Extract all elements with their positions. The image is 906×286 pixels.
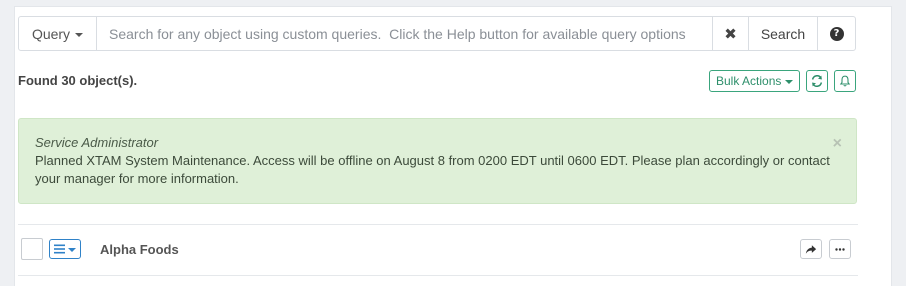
search-button-label: Search <box>760 25 806 42</box>
bulk-actions-label: Bulk Actions <box>716 74 782 88</box>
bars-icon <box>54 244 65 254</box>
ellipsis-icon <box>835 247 845 251</box>
divider <box>18 275 858 276</box>
search-bar: Query ✖ Search ? <box>18 16 856 51</box>
list-item-title[interactable]: Alpha Foods <box>100 242 179 257</box>
close-icon: ✖ <box>724 25 737 43</box>
maintenance-alert: Service Administrator Planned XTAM Syste… <box>18 118 857 204</box>
alert-message: Planned XTAM System Maintenance. Access … <box>35 153 830 186</box>
more-options-button[interactable] <box>829 239 851 259</box>
bulk-actions-button[interactable]: Bulk Actions <box>709 70 801 92</box>
query-dropdown[interactable]: Query <box>19 17 97 50</box>
clear-search-button[interactable]: ✖ <box>712 17 748 50</box>
query-dropdown-label: Query <box>31 25 71 42</box>
notifications-button[interactable] <box>834 70 856 92</box>
divider <box>18 224 858 225</box>
alert-close-button[interactable]: × <box>833 135 842 153</box>
refresh-icon <box>811 75 823 87</box>
search-input[interactable] <box>97 17 712 50</box>
alert-title: Service Administrator <box>35 135 159 150</box>
share-button[interactable] <box>800 239 822 259</box>
caret-down-icon <box>785 80 794 84</box>
row-checkbox[interactable] <box>21 238 43 260</box>
caret-down-icon <box>75 32 84 37</box>
results-count: Found 30 object(s). <box>18 73 138 88</box>
refresh-button[interactable] <box>806 70 828 92</box>
share-icon <box>805 244 817 254</box>
question-circle-icon: ? <box>829 26 844 41</box>
help-button[interactable]: ? <box>817 17 855 50</box>
caret-down-icon <box>68 248 76 252</box>
row-actions-menu-button[interactable] <box>49 239 81 259</box>
search-button[interactable]: Search <box>748 17 817 50</box>
bell-icon <box>839 75 851 87</box>
